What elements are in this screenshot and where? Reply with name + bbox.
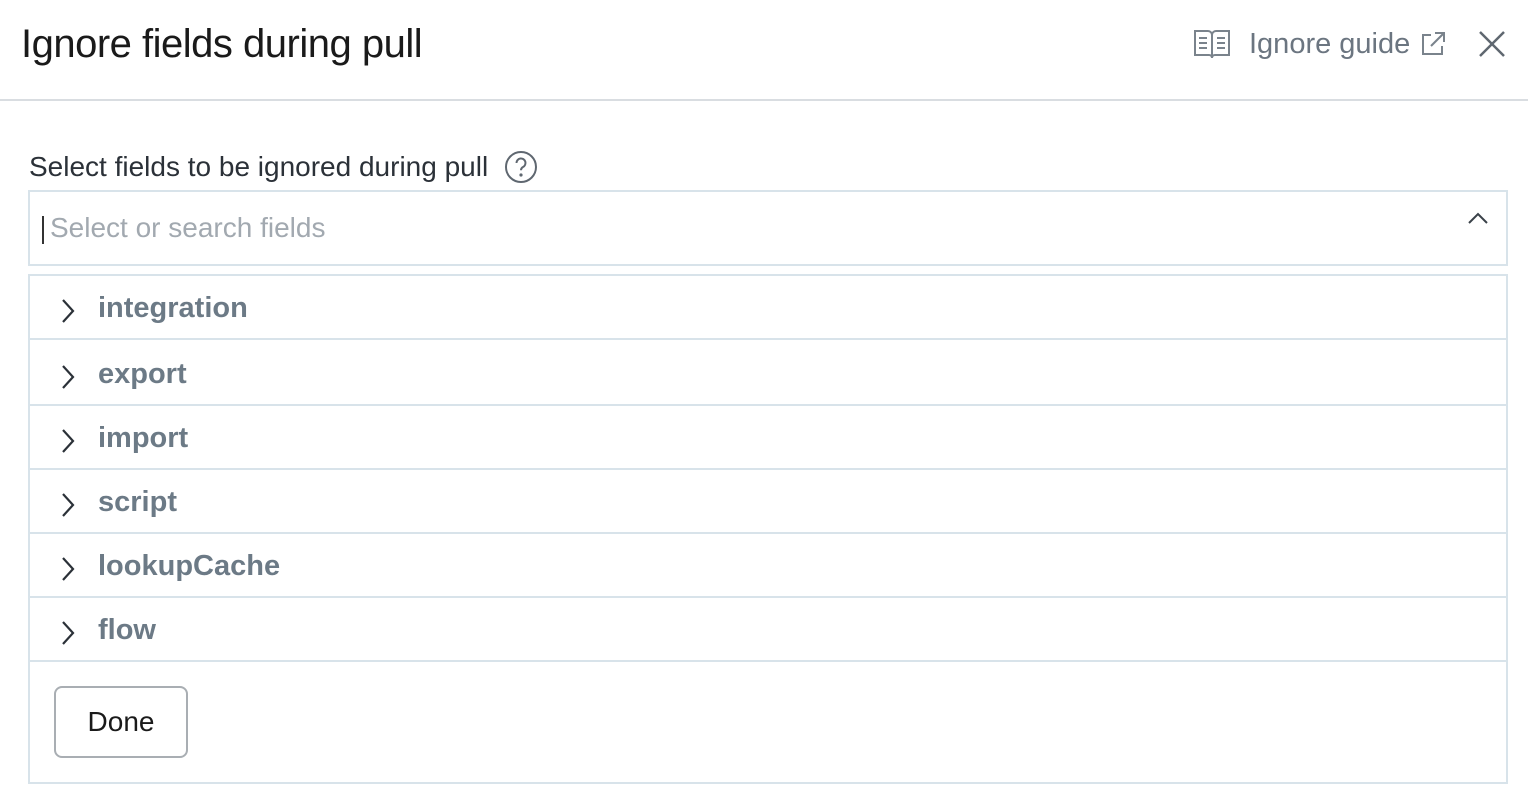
tree-item-import[interactable]: import <box>30 406 1506 470</box>
fields-label-text: Select fields to be ignored during pull <box>29 151 489 182</box>
ignore-guide-link[interactable]: Ignore guide <box>1193 24 1446 64</box>
search-fields-input[interactable] <box>42 206 1442 250</box>
tree-item-export[interactable]: export <box>30 342 1506 406</box>
tree-item-label: lookupCache <box>98 550 281 582</box>
tree-item-script[interactable]: script <box>30 470 1506 534</box>
dialog-header: Ignore fields during pull Ignore guide <box>0 0 1528 101</box>
chevron-right-icon <box>62 557 75 581</box>
tree-item-label: script <box>98 486 177 518</box>
tree-item-lookupcache[interactable]: lookupCache <box>30 534 1506 598</box>
chevron-right-icon <box>62 429 75 453</box>
external-link-icon <box>1422 32 1446 55</box>
chevron-right-icon <box>62 621 75 645</box>
tree-item-label: flow <box>98 614 156 646</box>
done-button[interactable]: Done <box>54 686 188 758</box>
chevron-right-icon <box>62 493 75 517</box>
field-select[interactable] <box>28 190 1508 266</box>
close-icon[interactable] <box>1476 28 1508 60</box>
fields-label: Select fields to be ignored during pull <box>29 148 538 186</box>
book-icon <box>1194 30 1230 59</box>
chevron-right-icon <box>62 365 75 389</box>
question-circle-icon[interactable] <box>504 150 538 184</box>
tree-item-integration[interactable]: integration <box>30 276 1506 340</box>
chevron-right-icon <box>62 299 75 323</box>
fields-dropdown: integration export import script lookupC… <box>28 274 1508 784</box>
tree-item-label: export <box>98 358 187 390</box>
tree-item-label: import <box>98 422 189 454</box>
tree-item-flow[interactable]: flow <box>30 598 1506 662</box>
dialog-title: Ignore fields during pull <box>21 22 423 66</box>
ignore-guide-label: Ignore guide <box>1249 27 1411 60</box>
tree-item-label: integration <box>98 292 248 324</box>
chevron-up-icon[interactable] <box>1466 208 1490 228</box>
